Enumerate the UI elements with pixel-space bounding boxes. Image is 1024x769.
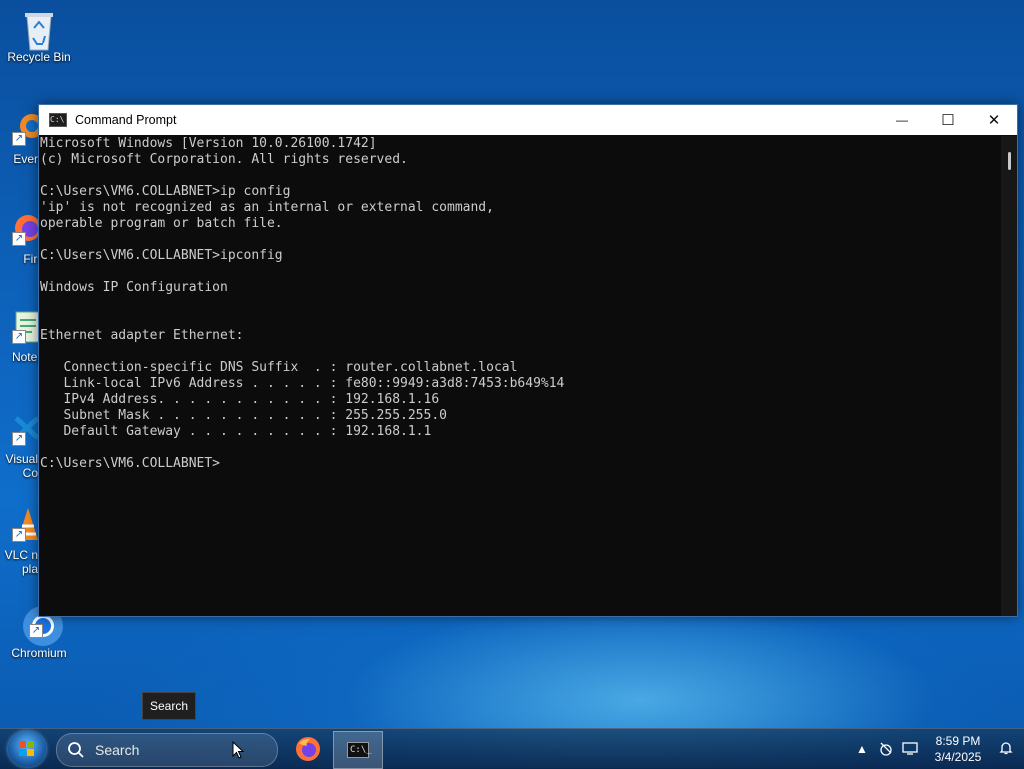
desktop-icon-recycle-bin[interactable]: Recycle Bin [4,8,74,64]
console-output[interactable]: Microsoft Windows [Version 10.0.26100.17… [39,136,1001,616]
clock[interactable]: 8:59 PM 3/4/2025 [928,733,988,765]
search-icon [68,742,84,758]
shortcut-arrow-icon: ↗ [12,528,26,542]
icon-label: Recycle Bin [7,50,71,64]
mouse-cursor-icon [232,741,244,759]
close-button[interactable]: ✕ [971,105,1017,135]
console-line: Microsoft Windows [Version 10.0.26100.17… [40,136,377,151]
maximize-icon: ☐ [941,112,955,129]
console-line: Subnet Mask . . . . . . . . . . . : 255.… [40,408,447,423]
everything-icon: ↗ [10,110,44,150]
close-icon: ✕ [987,112,1001,129]
clock-date: 3/4/2025 [934,750,982,764]
minimize-button[interactable]: — [879,105,925,135]
console-line: C:\Users\VM6.COLLABNET> [40,456,221,471]
cmd-app-icon: C:\_ [347,742,372,758]
console-line: Windows IP Configuration [40,280,228,295]
firefox-icon [296,737,320,761]
firefox-icon: ↗ [10,210,41,250]
search-placeholder: Search [95,742,140,758]
console-line: Connection-specific DNS Suffix . : route… [40,360,518,375]
taskbar-command-prompt[interactable]: C:\_ [333,731,383,769]
tray-overflow-icon[interactable]: ▲ [850,742,874,756]
console-line: C:\Users\VM6.COLLABNET>ip config [40,184,291,199]
system-tray: ▲ 8:59 PM 3/4/2025 [850,729,1024,769]
notepad-icon: ↗ [10,308,41,348]
window-title: Command Prompt [75,113,177,127]
search-tooltip: Search [142,692,197,720]
icon-label: VLC n pla [4,548,38,576]
console-line: 'ip' is not recognized as an internal or… [40,200,494,215]
shortcut-arrow-icon: ↗ [12,432,26,446]
vertical-scrollbar[interactable] [1001,136,1017,616]
title-bar[interactable]: C:\ Command Prompt — ☐ ✕ [39,105,1017,135]
taskbar-search-box[interactable]: Search [56,733,278,767]
scrollbar-thumb[interactable] [1008,152,1011,170]
notification-bell-icon[interactable] [994,740,1018,759]
console-line: (c) Microsoft Corporation. All rights re… [40,152,408,167]
console-line: IPv4 Address. . . . . . . . . . . : 192.… [40,392,440,407]
console-line: Default Gateway . . . . . . . . . : 192.… [40,424,432,439]
shortcut-arrow-icon: ↗ [12,132,26,146]
maximize-button[interactable]: ☐ [925,105,971,135]
taskbar: Search C:\_ ▲ 8:59 PM 3/4/2025 [0,728,1024,769]
console-line: C:\Users\VM6.COLLABNET>ipconfig [40,248,283,263]
shortcut-arrow-icon: ↗ [12,232,26,246]
vlc-icon: ↗ [10,506,40,546]
start-button[interactable] [8,731,46,767]
shortcut-arrow-icon: ↗ [12,330,26,344]
console-line: operable program or batch file. [40,216,283,231]
shortcut-arrow-icon: ↗ [29,624,43,638]
icon-label: Visual Co [5,452,38,480]
cmd-app-icon: C:\ [49,113,67,127]
network-icon[interactable] [874,740,898,759]
console-line: Link-local IPv6 Address . . . . . : fe80… [40,376,565,391]
display-icon[interactable] [898,740,922,759]
recycle-bin-icon [19,8,59,51]
console-line: Ethernet adapter Ethernet: [40,328,244,343]
vscode-icon: ↗ [10,410,40,450]
minimize-icon: — [896,113,908,127]
command-prompt-window[interactable]: C:\ Command Prompt — ☐ ✕ Microsoft Windo… [38,104,1018,617]
clock-time: 8:59 PM [935,734,981,748]
windows-logo-icon [19,741,34,756]
taskbar-firefox[interactable] [284,731,332,767]
icon-label: Chromium [11,646,67,660]
